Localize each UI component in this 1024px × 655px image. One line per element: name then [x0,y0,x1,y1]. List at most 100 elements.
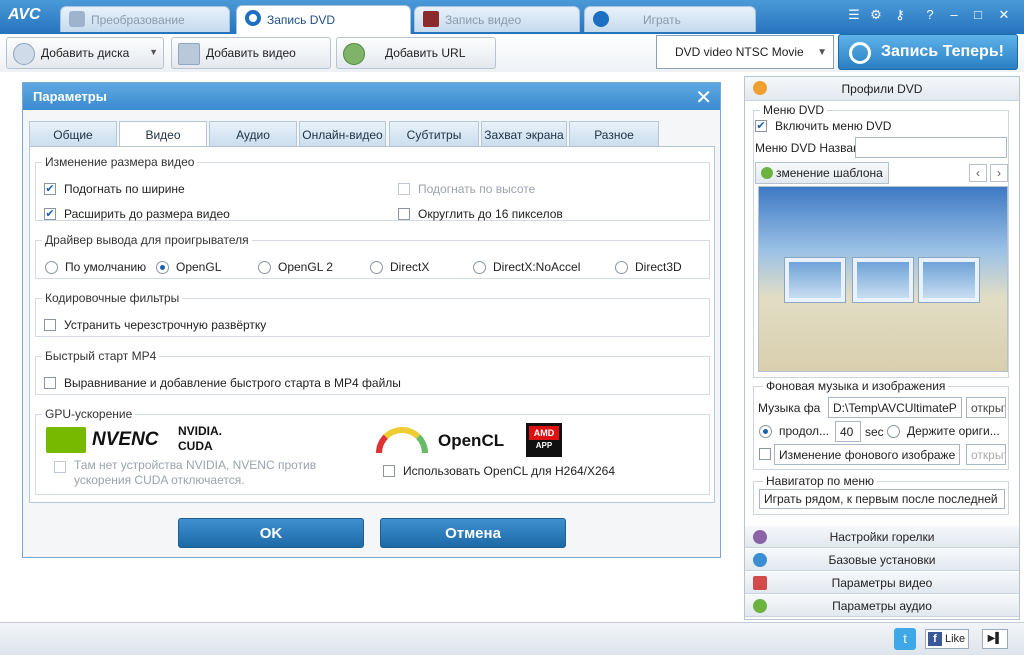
tab-general[interactable]: Общие [29,121,117,147]
sec-label: sec [865,425,884,439]
checkbox-box [759,448,771,460]
burner-settings-section[interactable]: Настройки горелки [745,526,1019,548]
tab-record-video[interactable]: Запись видео [414,6,580,32]
maximize-icon[interactable]: □ [968,5,988,25]
nav-select[interactable]: Играть рядом, к первым после последней [759,489,1005,509]
radio-circle [473,260,486,274]
prev-template-button[interactable]: ‹ [969,164,987,182]
tab-label: Преобразование [91,12,185,27]
radio-default[interactable]: По умолчанию [45,260,146,274]
globe-add-icon [343,43,365,65]
enable-menu-checkbox[interactable]: ✔ Включить меню DVD [755,119,891,133]
toggle-panel-icon[interactable]: ▶▌ [982,629,1008,649]
keep-original-radio[interactable]: Держите ориги... [887,424,1000,438]
template-preview [758,186,1008,372]
expand-checkbox[interactable]: ✔ Расширить до размера видео [44,207,230,221]
twitter-icon[interactable]: t [894,628,916,650]
burn-label: Запись Теперь! [881,43,1004,60]
mp4-faststart-label: Выравнивание и добавление быстрого старт… [64,376,401,390]
ok-button[interactable]: OK [178,518,364,548]
add-url-button[interactable]: Добавить URL [336,37,496,69]
radio-opengl2[interactable]: OpenGL 2 [258,260,333,274]
duration-radio[interactable]: продол... [759,424,829,438]
radio-circle [887,424,900,438]
round16-checkbox[interactable]: Округлить до 16 пикселов [398,207,563,221]
cuda-logo: CUDA [178,439,213,453]
fit-height-checkbox: Подогнать по высоте [398,182,535,196]
deinterlace-checkbox[interactable]: Устранить черезстрочную развёртку [44,318,266,332]
basic-settings-section[interactable]: Базовые установки [745,549,1019,571]
radio-directx[interactable]: DirectX [370,260,429,274]
cancel-button[interactable]: Отмена [380,518,566,548]
check-icon: ✔ [755,120,767,132]
radio-opengl[interactable]: OpenGL [156,260,221,274]
tab-play[interactable]: Играть [584,6,756,32]
add-video-label: Добавить видео [206,46,296,60]
dvd-menu-legend: Меню DVD [760,103,828,117]
tab-label: Запись DVD [267,13,336,27]
facebook-like-button[interactable]: f Like [925,629,969,649]
nvidia-eye-icon [46,427,86,453]
chevron-down-icon: ▼ [817,47,827,58]
nvenc-note: Там нет устройства NVIDIA, NVENC против … [74,458,317,487]
tab-online-video[interactable]: Онлайн-видео [299,121,386,147]
film-icon [753,576,767,590]
dvd-profiles-header[interactable]: Профили DVD [745,77,1019,101]
radio-circle [370,260,383,274]
tab-convert[interactable]: Преобразование [60,6,230,32]
tab-screen-capture[interactable]: Захват экрана [481,121,567,147]
fit-width-checkbox[interactable]: ✔ Подогнать по ширине [44,182,185,196]
speaker-icon [753,599,767,613]
add-video-button[interactable]: Добавить видео [171,37,331,69]
radio-direct3d[interactable]: Direct3D [615,260,682,274]
play-icon [593,11,609,27]
title-bar: AVC Преобразование Запись DVD Запись вид… [0,0,1024,34]
chevron-down-icon[interactable]: ▼ [149,47,158,57]
tab-video[interactable]: Видео [119,121,207,147]
facebook-icon: f [928,632,942,646]
music-path-input[interactable]: D:\Temp\AVCUltimateP [828,397,962,418]
add-disc-button[interactable]: Добавить диска ▼ [6,37,164,69]
tab-subtitles[interactable]: Субтитры [389,121,479,147]
disc-add-icon [13,43,35,65]
burn-now-button[interactable]: Запись Теперь! [838,34,1018,70]
tab-dvd-burn[interactable]: Запись DVD [236,5,411,34]
keep-original-label: Держите ориги... [907,424,1000,438]
open-bg-button: открыто [966,444,1006,465]
mp4-faststart-checkbox[interactable]: Выравнивание и добавление быстрого старт… [44,376,401,390]
audio-settings-section[interactable]: Параметры аудио [745,595,1019,617]
tab-label: Играть [643,12,681,27]
open-music-button[interactable]: открыто [966,397,1006,418]
close-icon[interactable]: ✕ [695,85,712,110]
menu-name-input[interactable] [855,137,1007,158]
film-add-icon [178,43,200,65]
help-icon[interactable]: ? [920,5,940,25]
tab-misc[interactable]: Разное [569,121,659,147]
tab-audio[interactable]: Аудио [209,121,297,147]
key-icon[interactable]: ⚷ [890,5,910,25]
dialog-tabs: Общие Видео Аудио Онлайн-видео Субтитры … [29,121,719,147]
add-disc-label: Добавить диска [41,46,130,60]
close-icon[interactable]: ✕ [994,5,1014,25]
minimize-icon[interactable]: – [944,5,964,25]
use-opencl-label: Использовать OpenCL для H264/X264 [403,464,616,478]
checkbox-box [398,183,410,195]
edit-icon [761,167,773,179]
round16-label: Округлить до 16 пикселов [418,207,563,221]
use-opencl-checkbox[interactable]: Использовать OpenCL для H264/X264 [383,464,615,478]
video-settings-section[interactable]: Параметры видео [745,572,1019,594]
output-profile-select[interactable]: DVD video NTSC Movie ▼ [656,35,834,69]
gear-icon[interactable]: ⚙ [866,5,886,25]
change-bg-input[interactable]: Изменение фонового изображе [774,444,960,465]
radio-label: Direct3D [635,260,682,274]
radio-label: OpenGL [176,260,222,274]
radio-directx-noaccel[interactable]: DirectX:NoAccel [473,260,580,274]
section-label: Базовые установки [828,552,936,567]
menu-list-icon[interactable]: ☰ [844,5,864,25]
radio-label: DirectX:NoAccel [493,260,581,274]
change-template-button[interactable]: зменение шаблона [755,162,889,184]
next-template-button[interactable]: › [990,164,1008,182]
radio-circle [258,260,271,274]
duration-input[interactable]: 40 [835,421,861,442]
thumbnail-frame [853,258,913,302]
